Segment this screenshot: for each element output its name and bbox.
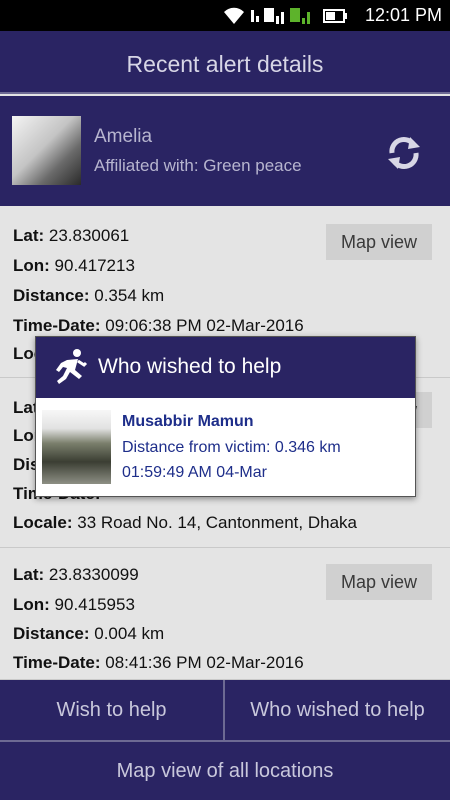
helper-name[interactable]: Musabbir Mamun — [122, 413, 254, 431]
refresh-icon[interactable] — [384, 133, 424, 173]
signal-1-icon — [251, 10, 259, 22]
victim-affiliation: Affiliated with: Green peace — [94, 156, 302, 175]
time-date-row: Time-Date: 09:06:38 PM 02-Mar-2016 — [13, 316, 304, 335]
status-bar: 12:01 PM — [0, 0, 450, 31]
wish-to-help-button[interactable]: Wish to help — [0, 680, 223, 740]
who-wished-dialog: Who wished to help Musabbir Mamun Distan… — [35, 336, 416, 497]
distance-row: Distance: 0.354 km — [13, 286, 165, 305]
victim-profile: Amelia Affiliated with: Green peace — [0, 96, 450, 206]
time-date-row: Time-Date: 08:41:36 PM 02-Mar-2016 — [13, 653, 304, 672]
alert-item: Lat: 23.8330099 Lon: 90.415953 Distance:… — [0, 548, 450, 680]
lat-row: Lat: 23.830061 — [13, 226, 130, 245]
who-wished-button[interactable]: Who wished to help — [225, 680, 450, 740]
helper-avatar — [42, 410, 111, 484]
page-title: Recent alert details — [126, 51, 324, 77]
clock: 12:01 PM — [364, 5, 442, 25]
map-all-locations-button[interactable]: Map view of all locations — [0, 742, 450, 800]
wifi-icon — [224, 7, 244, 25]
map-view-button[interactable]: Map view — [326, 224, 432, 260]
locale-row: Locale: 33 Road No. 14, Cantonment, Dhak… — [13, 513, 357, 532]
helper-time: 01:59:49 AM 04-Mar — [122, 464, 267, 481]
avatar — [12, 116, 81, 185]
helper-distance: Distance from victim: 0.346 km — [122, 439, 341, 456]
lon-row: Lon: 90.417213 — [13, 256, 135, 275]
title-bar: Recent alert details — [0, 31, 450, 94]
victim-name: Amelia — [94, 126, 153, 147]
dialog-header: Who wished to help — [36, 337, 415, 398]
bottom-action-bar: Wish to help Who wished to help Map view… — [0, 680, 450, 800]
dialog-title: Who wished to help — [98, 355, 282, 378]
signal-1-icon — [264, 8, 284, 24]
lon-row: Lon: 90.415953 — [13, 595, 135, 614]
battery-icon — [323, 9, 347, 23]
lat-row: Lat: 23.8330099 — [13, 565, 139, 584]
running-person-icon — [56, 349, 88, 384]
signal-2-icon — [290, 8, 310, 24]
map-view-button[interactable]: Map view — [326, 564, 432, 600]
distance-row: Distance: 0.004 km — [13, 624, 165, 643]
